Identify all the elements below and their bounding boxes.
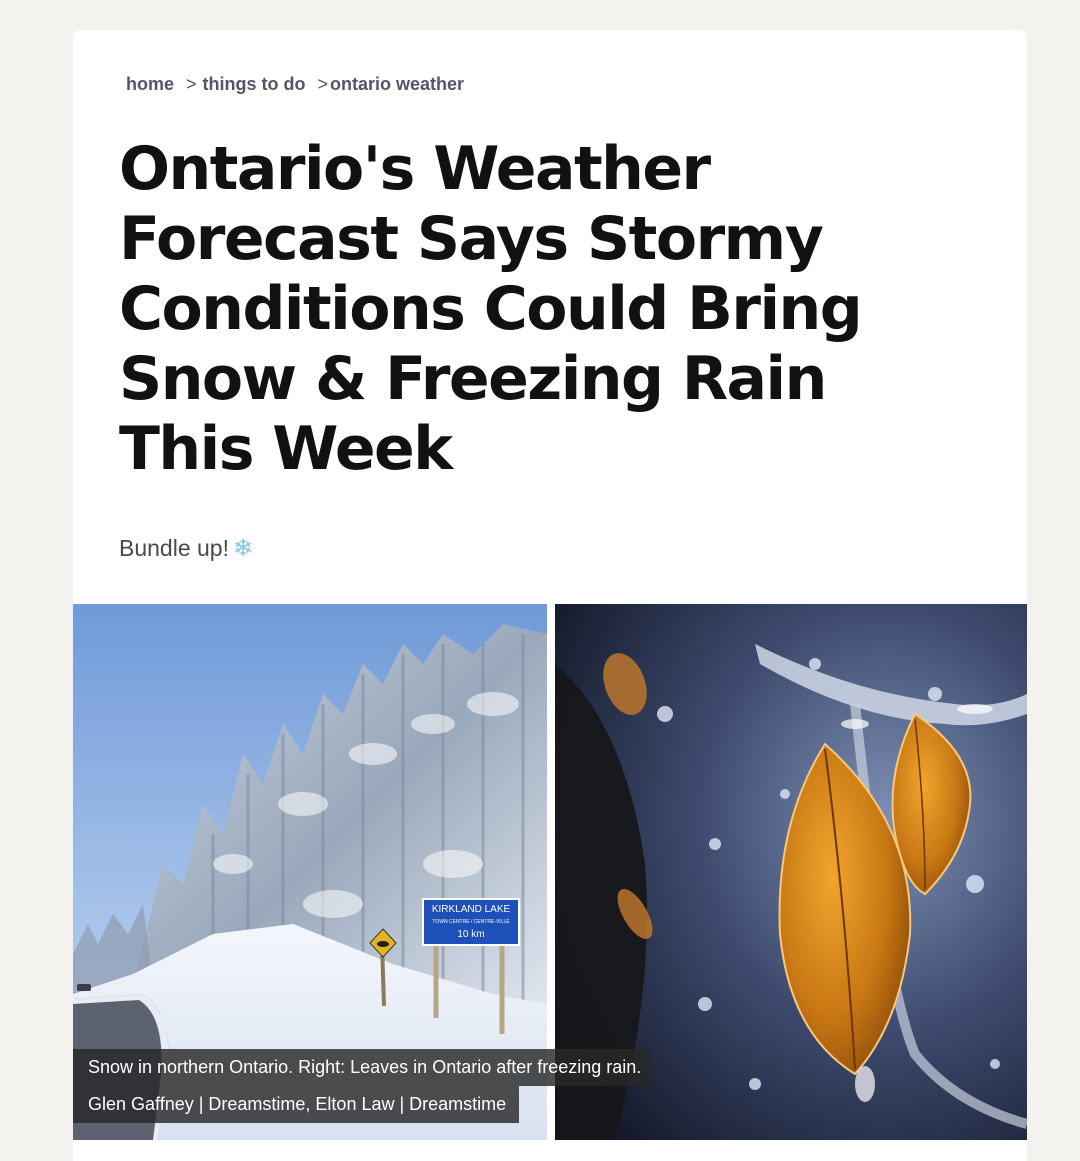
article-title: Ontario's Weather Forecast Says Stormy C…: [119, 134, 863, 484]
breadcrumb-ontario-weather-link[interactable]: ontario weather: [330, 74, 464, 95]
breadcrumb-separator: >: [317, 74, 329, 94]
hero-images: KIRKLAND LAKE TOWN CENTRE / CENTRE-VILLE…: [73, 604, 1027, 1140]
image-caption: Snow in northern Ontario. Right: Leaves …: [73, 1049, 651, 1086]
sign-line1: KIRKLAND LAKE: [432, 904, 511, 915]
article-card: home > things to do > ontario weather On…: [73, 30, 1027, 1161]
sign-line3: 10 km: [457, 929, 484, 940]
breadcrumb: home > things to do > ontario weather: [126, 74, 464, 95]
sign-line2: TOWN CENTRE / CENTRE-VILLE: [432, 919, 510, 925]
breadcrumb-home-link[interactable]: home: [126, 74, 174, 95]
subtitle-text: Bundle up!: [119, 535, 229, 561]
card-bottom: [73, 1140, 1027, 1161]
breadcrumb-things-to-do-link[interactable]: things to do: [203, 74, 306, 95]
image-credit: Glen Gaffney | Dreamstime, Elton Law | D…: [73, 1086, 519, 1123]
article-subtitle: Bundle up! ❄: [119, 534, 253, 563]
breadcrumb-separator: >: [186, 74, 197, 94]
snowflake-icon: ❄: [232, 535, 254, 562]
